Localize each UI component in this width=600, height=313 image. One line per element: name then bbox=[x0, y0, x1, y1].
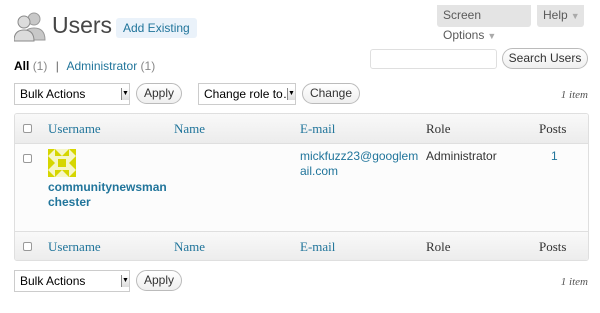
column-username[interactable]: Username bbox=[48, 114, 101, 144]
help-tab[interactable]: Help ▼ bbox=[537, 5, 584, 27]
users-table: Username Name E-mail Role Posts communit… bbox=[14, 113, 589, 261]
role-filter-links: All (1) | Administrator (1) bbox=[14, 59, 155, 73]
column-email-footer[interactable]: E-mail bbox=[300, 232, 335, 260]
filter-all[interactable]: All bbox=[14, 59, 29, 73]
select-all-checkbox-footer[interactable] bbox=[23, 242, 32, 251]
dropdown-arrow-icon: ▼ bbox=[121, 88, 129, 100]
dropdown-arrow-icon: ▼ bbox=[121, 275, 129, 287]
column-email[interactable]: E-mail bbox=[300, 114, 335, 144]
item-count: 1 item bbox=[560, 89, 588, 101]
filter-all-count: (1) bbox=[32, 59, 48, 73]
screen-options-tab[interactable]: Screen Options ▼ bbox=[437, 5, 531, 42]
search-users-button[interactable]: Search Users bbox=[502, 48, 588, 69]
row-checkbox[interactable] bbox=[23, 154, 32, 163]
change-role-value: Change role to… bbox=[204, 87, 295, 101]
username-link[interactable]: communitynewsmanchester bbox=[48, 180, 168, 210]
chevron-down-icon: ▼ bbox=[487, 31, 497, 41]
table-footer: Username Name E-mail Role Posts bbox=[15, 231, 588, 260]
bulk-actions-value: Bulk Actions bbox=[20, 87, 86, 101]
select-all-checkbox[interactable] bbox=[23, 124, 32, 133]
chevron-down-icon: ▼ bbox=[570, 11, 580, 21]
change-button[interactable]: Change bbox=[302, 83, 360, 104]
item-count-bottom: 1 item bbox=[560, 276, 588, 288]
email-link[interactable]: mickfuzz23@googlemail.com bbox=[300, 149, 420, 179]
apply-button[interactable]: Apply bbox=[136, 83, 182, 104]
filter-administrator[interactable]: Administrator bbox=[67, 59, 138, 73]
column-username-footer[interactable]: Username bbox=[48, 232, 101, 260]
column-posts: Posts bbox=[539, 121, 567, 136]
table-row: communitynewsmanchester mickfuzz23@googl… bbox=[15, 144, 588, 231]
apply-button-bottom[interactable]: Apply bbox=[136, 270, 182, 291]
column-role-footer: Role bbox=[426, 239, 451, 254]
role-value: Administrator bbox=[426, 149, 497, 163]
bulk-actions-select-bottom[interactable]: Bulk Actions ▼ bbox=[14, 270, 130, 292]
filter-administrator-count: (1) bbox=[140, 59, 156, 73]
column-name-footer[interactable]: Name bbox=[174, 232, 205, 260]
avatar bbox=[48, 149, 76, 177]
dropdown-arrow-icon: ▼ bbox=[287, 88, 295, 100]
bulk-actions-value-bottom: Bulk Actions bbox=[20, 274, 86, 288]
bulk-actions-select[interactable]: Bulk Actions ▼ bbox=[14, 83, 130, 105]
table-header: Username Name E-mail Role Posts bbox=[15, 114, 588, 144]
column-role: Role bbox=[426, 121, 451, 136]
help-label: Help bbox=[543, 8, 568, 22]
column-posts-footer: Posts bbox=[539, 239, 567, 254]
page-title: Users bbox=[52, 12, 113, 38]
users-icon bbox=[14, 12, 46, 42]
change-role-select[interactable]: Change role to… ▼ bbox=[198, 83, 296, 105]
add-existing-button[interactable]: Add Existing bbox=[116, 18, 197, 38]
filter-separator: | bbox=[55, 59, 59, 73]
column-name[interactable]: Name bbox=[174, 114, 205, 144]
posts-count-link[interactable]: 1 bbox=[551, 149, 558, 164]
screen-options-label: Screen Options bbox=[443, 8, 485, 42]
search-input[interactable] bbox=[370, 49, 497, 69]
